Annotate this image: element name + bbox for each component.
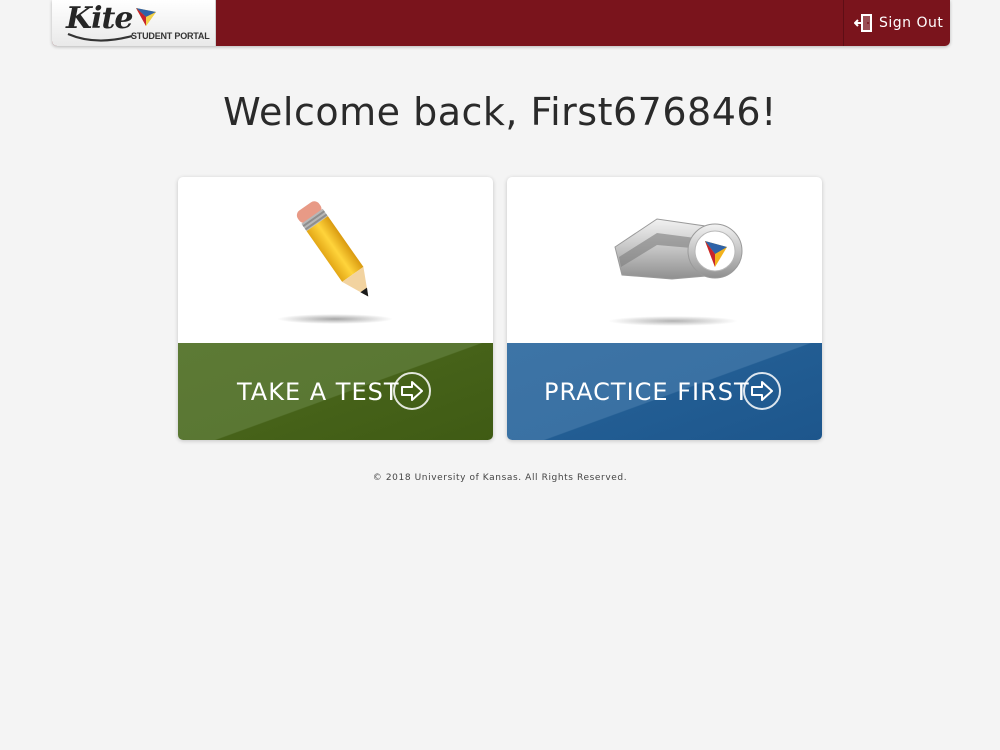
- take-a-test-card[interactable]: TAKE A TEST: [178, 177, 493, 440]
- take-a-test-image: [178, 177, 493, 343]
- welcome-heading: Welcome back, First676846!: [223, 90, 777, 134]
- logo-swoosh-icon: [67, 32, 133, 42]
- sign-out-label: Sign Out: [879, 15, 944, 31]
- practice-first-button[interactable]: PRACTICE FIRST: [507, 343, 822, 440]
- door-exit-icon: [854, 14, 872, 32]
- whistle-icon: [608, 218, 743, 326]
- take-a-test-label: TAKE A TEST: [237, 378, 400, 406]
- pencil-icon: [277, 201, 393, 324]
- logo-subtitle: STUDENT PORTAL: [131, 31, 210, 41]
- copyright-footer: © 2018 University of Kansas. All Rights …: [372, 473, 628, 483]
- sign-out-button[interactable]: Sign Out: [843, 0, 950, 46]
- arrow-right-circle-icon: [743, 372, 781, 410]
- kite-logo-icon: [136, 8, 156, 26]
- kite-student-portal-logo: Kite STUDENT PORTAL: [52, 0, 216, 46]
- take-a-test-button[interactable]: TAKE A TEST: [178, 343, 493, 440]
- arrow-right-circle-icon: [393, 372, 431, 410]
- practice-first-image: [507, 177, 822, 343]
- practice-first-card[interactable]: PRACTICE FIRST: [507, 177, 822, 440]
- top-header: Kite STUDENT PORTAL Sign Out: [52, 0, 950, 46]
- practice-first-label: PRACTICE FIRST: [544, 378, 750, 406]
